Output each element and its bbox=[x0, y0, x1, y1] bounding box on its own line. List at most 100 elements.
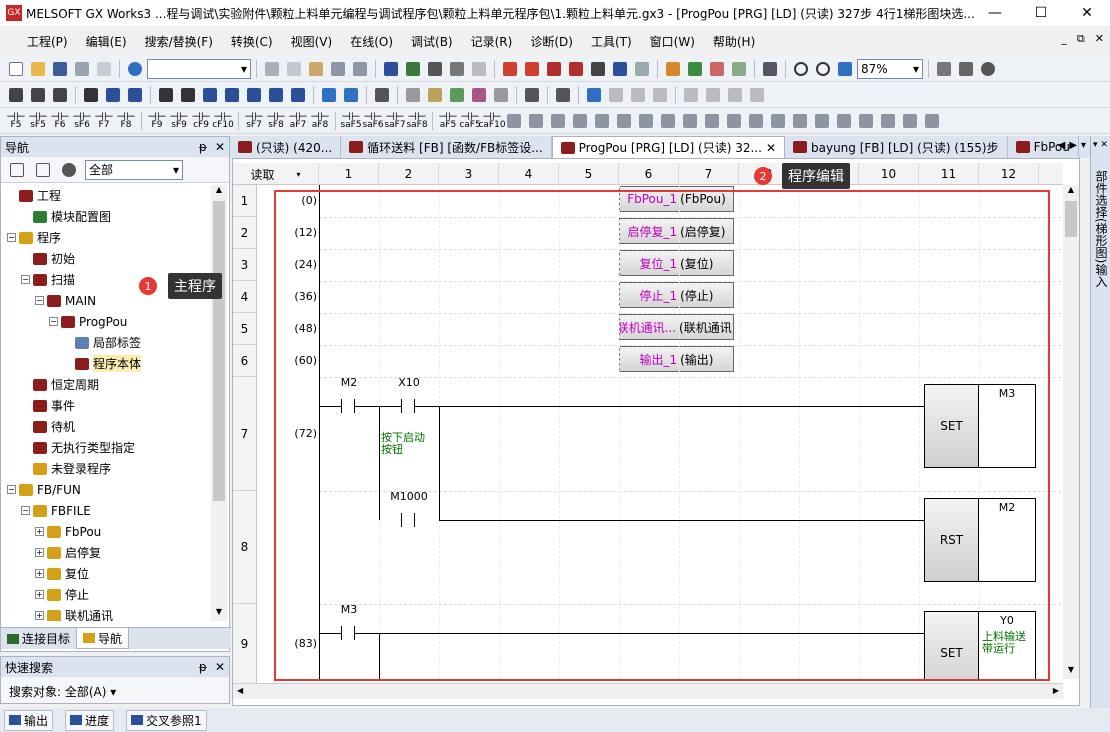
expand-toggle-icon[interactable]: + bbox=[35, 548, 44, 557]
ladder-key-6[interactable]: ⊣⊢ F9 bbox=[147, 110, 167, 132]
menu-item-7[interactable]: 记录(R) bbox=[462, 33, 522, 50]
ladder-key-16[interactable]: ⊣⊢ saF7 bbox=[384, 110, 405, 132]
close-pane-icon[interactable]: ✕ bbox=[215, 140, 225, 154]
search-combo[interactable]: ▾ bbox=[147, 58, 251, 79]
tree-node[interactable]: 工程 bbox=[1, 185, 209, 206]
ladder-key-9[interactable]: ⊣⊢ cF10 bbox=[212, 110, 234, 132]
module-icon[interactable] bbox=[81, 85, 101, 105]
program3-icon[interactable] bbox=[50, 85, 70, 105]
expand-toggle-icon[interactable]: − bbox=[35, 296, 44, 305]
menu-item-10[interactable]: 窗口(W) bbox=[641, 33, 704, 50]
ladder-key-19[interactable]: ⊣⊢ caF5 bbox=[459, 110, 480, 132]
ladder-tool-icon[interactable] bbox=[768, 111, 788, 131]
network-icon[interactable] bbox=[760, 59, 780, 79]
ladder-tool-icon[interactable] bbox=[790, 111, 810, 131]
tree-node[interactable]: + 启停复 bbox=[1, 542, 209, 563]
tool5-icon[interactable] bbox=[491, 85, 511, 105]
maximize-button[interactable]: ☐ bbox=[1018, 0, 1064, 26]
check-icon[interactable] bbox=[978, 59, 998, 79]
ladder-tool-icon[interactable] bbox=[680, 111, 700, 131]
ladder-key-5[interactable]: ⊣⊢ F8 bbox=[116, 110, 136, 132]
tree-view-icon[interactable] bbox=[7, 160, 27, 180]
monitor2-icon[interactable] bbox=[566, 59, 586, 79]
find-icon[interactable] bbox=[584, 85, 604, 105]
ladder-tool-icon[interactable] bbox=[922, 111, 942, 131]
tree-node[interactable]: − ProgPou bbox=[1, 311, 209, 332]
zoom-in-icon[interactable] bbox=[791, 59, 811, 79]
tree-node[interactable]: − FB/FUN bbox=[1, 479, 209, 500]
ladder-key-12[interactable]: ⊣⊢ aF7 bbox=[288, 110, 308, 132]
ladder-tool-icon[interactable] bbox=[592, 111, 612, 131]
trace-icon[interactable] bbox=[663, 59, 683, 79]
ladder-key-20[interactable]: ⊣⊢ caF10 bbox=[478, 110, 505, 132]
trace3-icon[interactable] bbox=[707, 59, 727, 79]
parts-selection-sidebar[interactable]: ▾ ✕ 部件选择(梯形图)输入 bbox=[1090, 136, 1110, 708]
qs-close-icon[interactable]: ✕ bbox=[215, 660, 225, 674]
menu-item-4[interactable]: 视图(V) bbox=[282, 33, 342, 50]
connection-icon[interactable] bbox=[94, 59, 114, 79]
row-number[interactable]: 4 bbox=[233, 281, 257, 313]
ladder-tool-icon[interactable] bbox=[702, 111, 722, 131]
row-number[interactable]: 5 bbox=[233, 313, 257, 345]
output-tab[interactable]: 输出 bbox=[4, 709, 54, 731]
search-device-icon[interactable] bbox=[553, 85, 573, 105]
tree-node[interactable]: + FbPou bbox=[1, 521, 209, 542]
progress-tab[interactable]: 进度 bbox=[65, 709, 115, 731]
ladder-tool-icon[interactable] bbox=[746, 111, 766, 131]
tool3-icon[interactable] bbox=[447, 85, 467, 105]
expand-toggle-icon[interactable]: − bbox=[7, 485, 16, 494]
transfer2-icon[interactable] bbox=[522, 59, 542, 79]
dev-icon[interactable] bbox=[381, 59, 401, 79]
expand-toggle-icon[interactable]: + bbox=[35, 527, 44, 536]
mdi-minimize-button[interactable]: _ bbox=[1061, 32, 1067, 46]
row-number[interactable]: 2 bbox=[233, 217, 257, 249]
qs-pin-icon[interactable]: ᵽ bbox=[199, 660, 207, 674]
open-folder-icon[interactable] bbox=[28, 59, 48, 79]
tab-connection-target[interactable]: 连接目标 bbox=[1, 628, 76, 649]
layout4-icon[interactable] bbox=[747, 85, 767, 105]
ladder-tool-icon[interactable] bbox=[504, 111, 524, 131]
verify-icon[interactable] bbox=[447, 59, 467, 79]
ladder-tool-icon[interactable] bbox=[614, 111, 634, 131]
close-button[interactable]: ✕ bbox=[1064, 0, 1110, 26]
tree-node[interactable]: + 联机通讯 bbox=[1, 605, 209, 621]
ladder-key-8[interactable]: ⊣⊢ cF9 bbox=[191, 110, 211, 132]
list-icon[interactable] bbox=[372, 85, 392, 105]
row-number[interactable]: 3 bbox=[233, 249, 257, 281]
list-view-icon[interactable] bbox=[33, 160, 53, 180]
tree-node[interactable]: 模块配置图 bbox=[1, 206, 209, 227]
expand-toggle-icon[interactable]: − bbox=[21, 506, 30, 515]
redo-icon[interactable] bbox=[350, 59, 370, 79]
new-file-icon[interactable] bbox=[6, 59, 26, 79]
tab-close-icon[interactable]: ✕ bbox=[766, 141, 776, 155]
table-icon[interactable] bbox=[103, 85, 123, 105]
program2-icon[interactable] bbox=[28, 85, 48, 105]
ladder-tool-icon[interactable] bbox=[878, 111, 898, 131]
row-number[interactable]: 8 bbox=[233, 491, 257, 604]
tool4-icon[interactable] bbox=[469, 85, 489, 105]
editor-tab-1[interactable]: 循环送料 [FB] [函数/FB标签设... bbox=[341, 136, 552, 158]
table2-icon[interactable] bbox=[125, 85, 145, 105]
expand-toggle-icon[interactable]: + bbox=[35, 569, 44, 578]
ladder-tool-icon[interactable] bbox=[570, 111, 590, 131]
editor-tab-0[interactable]: (只读) (420... bbox=[230, 136, 342, 158]
menu-item-1[interactable]: 编辑(E) bbox=[77, 33, 136, 50]
ladder-tool-icon[interactable] bbox=[900, 111, 920, 131]
ladder-key-4[interactable]: ⊣⊢ F7 bbox=[94, 110, 114, 132]
row-number[interactable]: 6 bbox=[233, 345, 257, 377]
ladder-key-7[interactable]: ⊣⊢ sF9 bbox=[169, 110, 189, 132]
find4-icon[interactable] bbox=[650, 85, 670, 105]
layout-icon[interactable] bbox=[681, 85, 701, 105]
menu-item-0[interactable]: 工程(P) bbox=[18, 33, 77, 50]
tool2-icon[interactable] bbox=[425, 85, 445, 105]
cut-icon[interactable] bbox=[262, 59, 282, 79]
ladder-tool-icon[interactable] bbox=[724, 111, 744, 131]
ladder-tool-icon[interactable] bbox=[636, 111, 656, 131]
save-icon[interactable] bbox=[50, 59, 70, 79]
tree-node[interactable]: + 停止 bbox=[1, 584, 209, 605]
expand-toggle-icon[interactable]: − bbox=[7, 233, 16, 242]
tree-node[interactable]: + 复位 bbox=[1, 563, 209, 584]
transfer-icon[interactable] bbox=[500, 59, 520, 79]
compile-icon[interactable] bbox=[469, 59, 489, 79]
row-number[interactable]: 1 bbox=[233, 185, 257, 217]
